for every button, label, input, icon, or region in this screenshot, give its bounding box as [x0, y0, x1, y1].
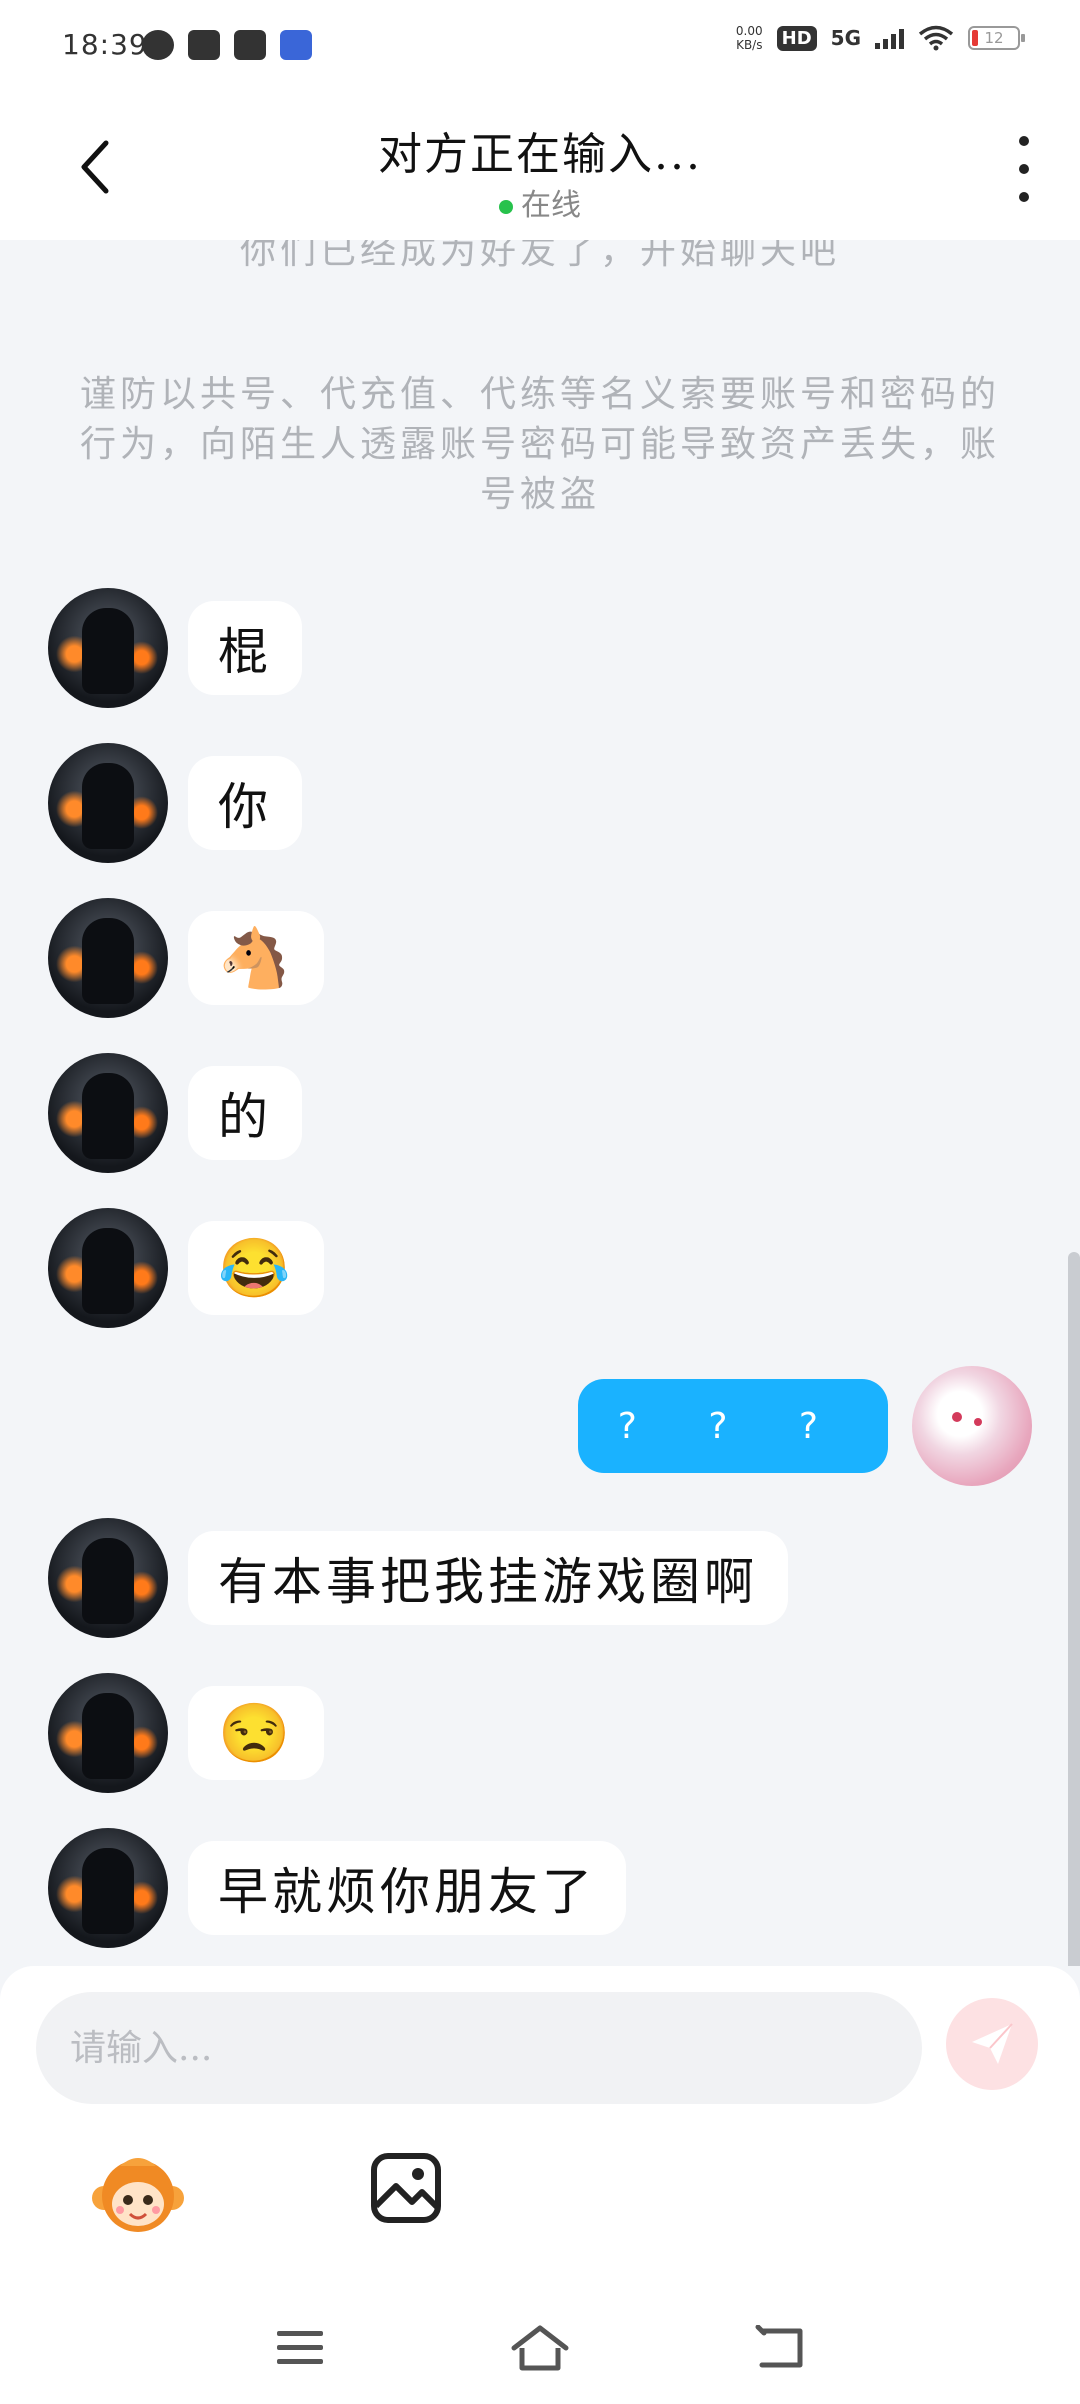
message-bubble[interactable]: 你: [188, 756, 302, 850]
nav-back-button[interactable]: [750, 2320, 810, 2376]
online-status-label: 在线: [521, 188, 581, 223]
message-row: 你: [48, 743, 302, 863]
system-security-warning: 谨防以共号、代充值、代练等名义索要账号和密码的行为，向陌生人透露账号密码可能导致…: [80, 374, 1001, 515]
status-bar: 18:39 0.00 KB/s HD 5G 12: [0, 0, 1080, 96]
contact-avatar[interactable]: [48, 743, 168, 863]
nav-menu-button[interactable]: [270, 2320, 330, 2376]
chat-title: 对方正在输入...: [378, 129, 702, 180]
message-row: 🐴: [48, 898, 325, 1018]
contact-avatar[interactable]: [48, 1208, 168, 1328]
chat-message-list[interactable]: 你们已经成为好友了，开始聊天吧 谨防以共号、代充值、代练等名义索要账号和密码的行…: [0, 240, 1080, 1966]
chat-scrollbar[interactable]: [1068, 1252, 1080, 1966]
notification-book-icon: [188, 30, 220, 60]
back-icon: [755, 2325, 803, 2368]
contact-avatar[interactable]: [48, 898, 168, 1018]
message-row: 早就烦你朋友了: [48, 1828, 626, 1948]
menu-icon: [277, 2331, 323, 2364]
message-bubble[interactable]: 棍: [188, 601, 302, 695]
message-bubble[interactable]: 有本事把我挂游戏圈啊: [188, 1531, 788, 1625]
monkey-sticker-icon: [92, 2158, 184, 2232]
wifi-icon: [918, 25, 954, 51]
notification-baidu-icon: [280, 30, 312, 60]
message-bubble-emoji[interactable]: 🐴: [188, 911, 325, 1005]
chat-header: 对方正在输入... 在线: [0, 96, 1080, 240]
battery-level: 12: [984, 29, 1004, 47]
net-speed-value: 0.00: [735, 24, 763, 38]
sticker-button[interactable]: [90, 2146, 186, 2242]
online-status: 在线: [0, 180, 1080, 224]
message-row: 😂: [48, 1208, 325, 1328]
more-vertical-icon: [1019, 136, 1029, 146]
system-navigation-bar: [0, 2290, 1080, 2404]
message-bubble[interactable]: 的: [188, 1066, 302, 1160]
more-options-button[interactable]: [1004, 136, 1044, 202]
message-bubble[interactable]: 早就烦你朋友了: [188, 1841, 626, 1935]
system-friend-notice: 你们已经成为好友了，开始聊天吧: [239, 240, 840, 272]
contact-avatar[interactable]: [48, 1053, 168, 1173]
message-row: 棍: [48, 588, 302, 708]
contact-avatar[interactable]: [48, 1518, 168, 1638]
status-time: 18:39: [62, 28, 148, 61]
net-speed: 0.00 KB/s: [736, 24, 763, 52]
home-icon: [511, 2325, 569, 2371]
send-button[interactable]: [946, 1998, 1038, 2090]
paper-plane-icon: [972, 2023, 1013, 2064]
message-row: 有本事把我挂游戏圈啊: [48, 1518, 788, 1638]
notification-icons: [142, 30, 312, 60]
contact-avatar[interactable]: [48, 1828, 168, 1948]
message-bubble-emoji[interactable]: 😂: [188, 1221, 325, 1315]
message-input[interactable]: [36, 1992, 922, 2104]
network-type: 5G: [830, 26, 861, 50]
online-dot-icon: [499, 200, 513, 214]
self-avatar[interactable]: [912, 1366, 1032, 1486]
notification-video-icon: [234, 30, 266, 60]
image-icon: [371, 2153, 441, 2223]
net-speed-unit: KB/s: [736, 38, 763, 52]
message-bubble-emoji[interactable]: 😒: [188, 1686, 325, 1780]
notification-app-icon: [142, 30, 174, 60]
signal-icon: [875, 27, 904, 49]
status-indicators: 0.00 KB/s HD 5G 12: [736, 24, 1025, 52]
contact-avatar[interactable]: [48, 588, 168, 708]
message-row-self: ? ? ?: [577, 1366, 1032, 1486]
message-row: 😒: [48, 1673, 325, 1793]
hd-badge: HD: [776, 25, 817, 51]
battery-icon: 12: [968, 26, 1025, 50]
self-message-bubble[interactable]: ? ? ?: [577, 1379, 888, 1473]
message-row: 的: [48, 1053, 302, 1173]
contact-avatar[interactable]: [48, 1673, 168, 1793]
nav-home-button[interactable]: [510, 2320, 570, 2376]
image-picker-button[interactable]: [368, 2150, 444, 2226]
